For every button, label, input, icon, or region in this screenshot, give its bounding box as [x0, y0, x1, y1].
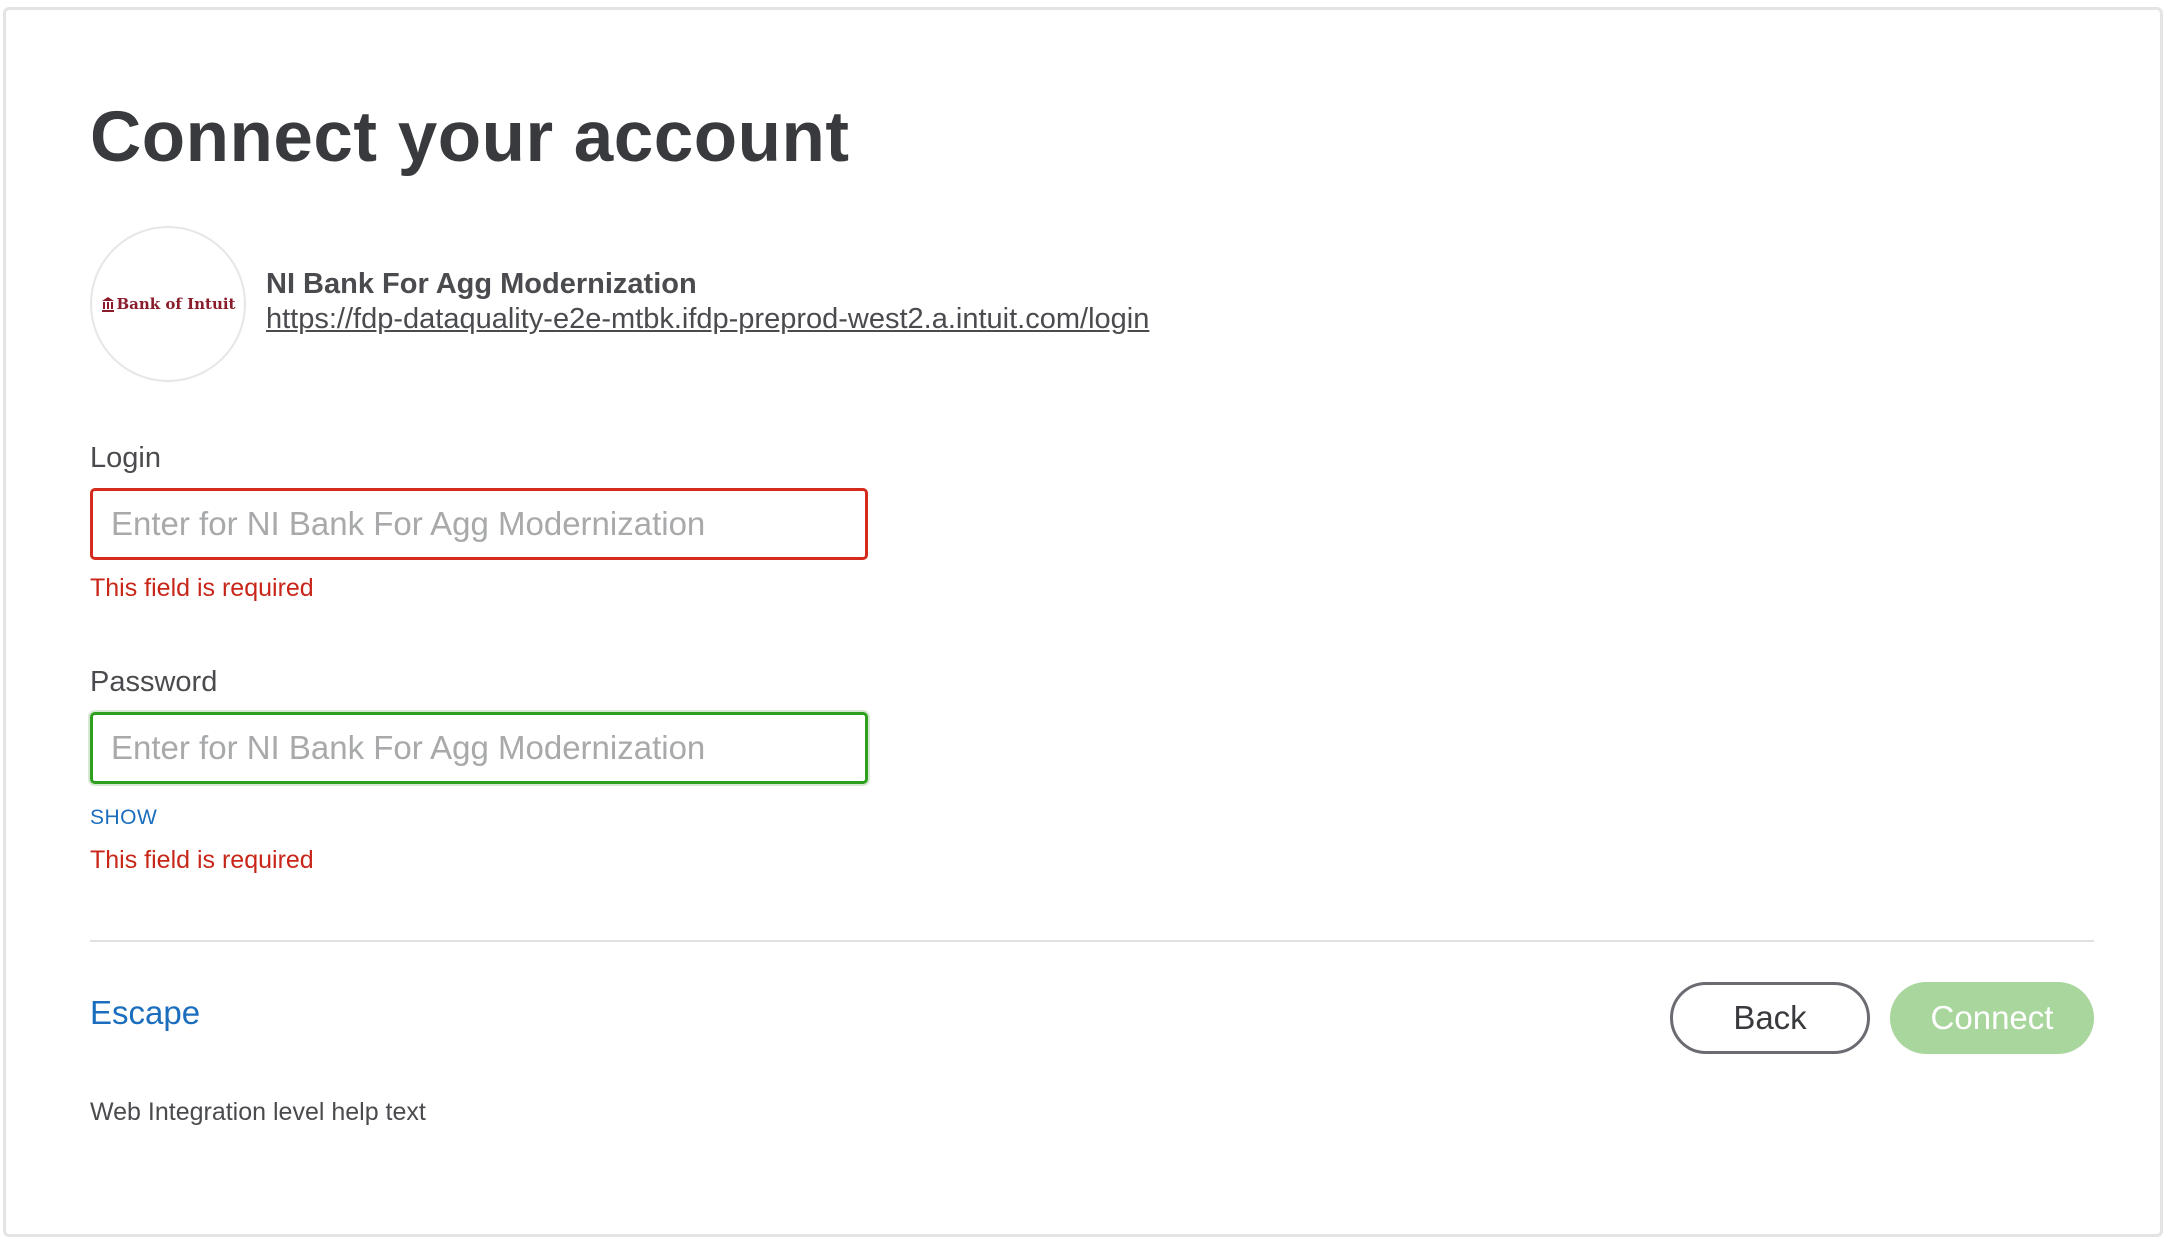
login-error-message: This field is required: [90, 574, 314, 602]
password-input[interactable]: [90, 712, 868, 784]
footer-divider: [90, 940, 2094, 942]
bank-pillar-icon: [101, 297, 114, 312]
page-title: Connect your account: [90, 98, 850, 177]
escape-link[interactable]: Escape: [90, 994, 200, 1032]
connect-account-panel: Connect your account Bank of Intuit NI B…: [3, 7, 2163, 1237]
bank-logo: Bank of Intuit: [90, 226, 246, 382]
password-error-message: This field is required: [90, 846, 314, 874]
institution-name: NI Bank For Agg Modernization: [266, 268, 697, 300]
bank-logo-mark: Bank of Intuit: [101, 295, 236, 313]
bank-logo-text: Bank of Intuit: [116, 295, 236, 313]
password-label: Password: [90, 666, 218, 698]
help-text: Web Integration level help text: [90, 1098, 426, 1126]
show-password-toggle[interactable]: SHOW: [90, 806, 157, 830]
login-label: Login: [90, 442, 161, 474]
institution-url-link[interactable]: https://fdp-dataquality-e2e-mtbk.ifdp-pr…: [266, 303, 1149, 336]
login-input[interactable]: [90, 488, 868, 560]
connect-button[interactable]: Connect: [1890, 982, 2094, 1054]
back-button[interactable]: Back: [1670, 982, 1870, 1054]
